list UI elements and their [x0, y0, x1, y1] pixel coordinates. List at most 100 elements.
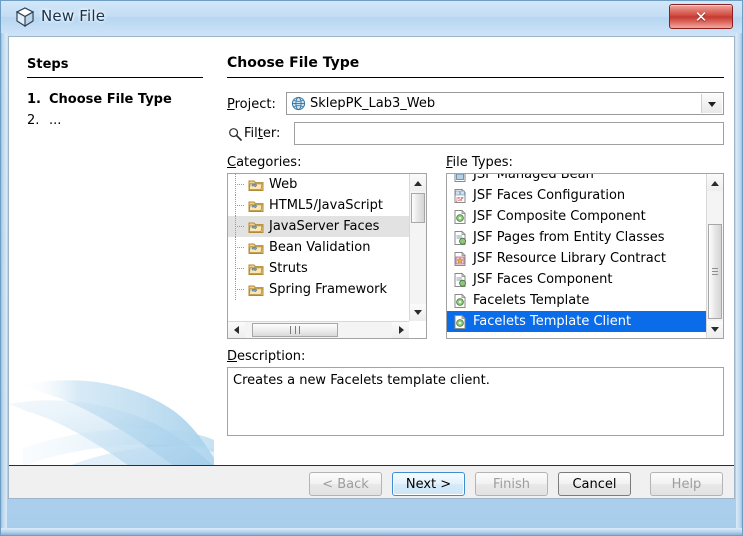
cancel-button[interactable]: Cancel [558, 472, 631, 496]
back-button[interactable]: < Back [309, 472, 382, 496]
jsf-pages-icon [454, 230, 467, 245]
page-title: Choose File Type [227, 55, 360, 71]
jsf-bean-icon [454, 174, 466, 182]
project-label: Project: [227, 97, 276, 112]
list-item-label: JSF Resource Library Contract [473, 251, 666, 266]
list-item[interactable]: Facelets Template [447, 290, 707, 311]
list-item[interactable]: Struts [228, 258, 410, 279]
step-label: ... [49, 113, 62, 128]
list-item[interactable]: JSF Managed Bean [447, 173, 707, 185]
list-item-label: Struts [269, 261, 308, 276]
cube-icon [15, 7, 35, 27]
description-label: Description: [227, 349, 306, 364]
folder-icon [248, 243, 264, 254]
scrollbar-thumb[interactable] [411, 193, 425, 223]
project-combobox[interactable]: SklepPK_Lab3_Web [286, 92, 724, 115]
grip-icon [290, 326, 300, 334]
list-item-label: Facelets Template [473, 293, 590, 308]
next-button[interactable]: Next > [392, 472, 465, 496]
window-frame-bottom [0, 528, 743, 536]
folder-icon [248, 201, 264, 212]
list-item[interactable]: JSF Composite Component [447, 206, 707, 227]
title-bar[interactable]: New File ✕ [1, 1, 742, 33]
list-item-label: JSF Managed Bean [473, 173, 594, 182]
jsf-contract-icon [454, 251, 466, 266]
list-item[interactable]: JSF Resource Library Contract [447, 248, 707, 269]
list-item-label: Facelets Template Client [473, 314, 632, 329]
folder-icon [248, 285, 264, 296]
tree-line-icon [232, 174, 248, 195]
help-button[interactable]: Help [650, 472, 723, 496]
step-label: Choose File Type [49, 92, 172, 107]
scroll-up-arrow-icon[interactable] [410, 174, 426, 191]
tree-line-icon [232, 195, 248, 216]
list-item-label: HTML5/JavaScript [269, 198, 383, 213]
file-types-viewport: JSF Managed Bean JSF JSF Faces Configura… [447, 173, 707, 338]
facelets-template-icon [454, 293, 466, 308]
description-box: Creates a new Facelets template client. [227, 367, 724, 436]
facelets-client-icon [454, 314, 466, 329]
list-item-label: JSF Pages from Entity Classes [473, 230, 665, 245]
file-types-label: File Types: [446, 155, 513, 170]
scroll-down-arrow-icon[interactable] [707, 321, 723, 338]
tree-line-icon [232, 216, 248, 237]
tree-line-icon [232, 237, 248, 258]
steps-panel: Steps 1. Choose File Type 2.... [9, 37, 214, 466]
step-number: 1. [27, 92, 41, 107]
list-item[interactable]: JSF JSF Faces Configuration [447, 185, 707, 206]
list-item[interactable]: JSF Pages from Entity Classes [447, 227, 707, 248]
list-item[interactable]: HTML5/JavaScript [228, 195, 410, 216]
jsf-component-icon [454, 272, 467, 287]
scroll-up-arrow-icon[interactable] [707, 174, 723, 191]
list-item[interactable]: JSF Faces Component [447, 269, 707, 290]
globe-icon [291, 96, 306, 111]
chevron-down-icon[interactable] [701, 94, 722, 113]
list-item-label: JSF Composite Component [473, 209, 646, 224]
file-types-list[interactable]: JSF Managed Bean JSF JSF Faces Configura… [446, 173, 724, 339]
scrollbar-thumb[interactable] [708, 224, 722, 319]
project-selected-value: SklepPK_Lab3_Web [310, 96, 436, 111]
filter-label: Filter: [244, 126, 281, 141]
list-item-label: Web [269, 177, 298, 192]
close-button[interactable]: ✕ [669, 4, 733, 29]
list-item-selected[interactable]: Facelets Template Client [447, 311, 707, 332]
list-item-label: Bean Validation [269, 240, 371, 255]
window-title: New File [41, 7, 106, 25]
folder-icon [248, 222, 264, 233]
scroll-right-arrow-icon[interactable] [392, 322, 409, 338]
finish-button[interactable]: Finish [475, 472, 548, 496]
steps-heading: Steps [27, 57, 69, 72]
jsf-composite-icon [454, 209, 466, 224]
categories-horizontal-scrollbar[interactable] [228, 321, 409, 338]
filter-input[interactable] [294, 122, 724, 145]
scroll-left-arrow-icon[interactable] [228, 322, 245, 338]
grip-icon [712, 267, 718, 276]
list-item[interactable]: Spring Framework [228, 279, 410, 300]
list-item[interactable]: Web [228, 174, 410, 195]
tree-line-icon [232, 258, 248, 279]
description-text: Creates a new Facelets template client. [233, 373, 490, 388]
categories-vertical-scrollbar[interactable] [409, 174, 426, 321]
scrollbar-thumb[interactable] [252, 323, 338, 337]
page-title-divider [227, 77, 724, 78]
list-item-label: Spring Framework [269, 282, 388, 297]
new-file-dialog-window: New File ✕ Steps 1. Choose File Type 2...… [0, 0, 743, 536]
categories-viewport: Web HTML5/JavaScript JavaServer Faces Be… [228, 174, 410, 338]
wizard-swoosh-artwork [9, 380, 214, 466]
search-icon [229, 128, 242, 141]
folder-icon [248, 264, 264, 275]
list-item-selected[interactable]: JavaServer Faces [228, 216, 410, 237]
button-bar: < Back Next > Finish Cancel Help [9, 465, 734, 498]
folder-icon [248, 180, 264, 191]
svg-text:JSF: JSF [455, 197, 464, 203]
window-frame-right [736, 0, 743, 536]
scroll-down-arrow-icon[interactable] [410, 304, 426, 321]
list-item[interactable]: Bean Validation [228, 237, 410, 258]
list-item-label: JSF Faces Component [473, 272, 613, 287]
window-frame-left [0, 0, 7, 536]
step-number: 2. [27, 113, 40, 128]
categories-list[interactable]: Web HTML5/JavaScript JavaServer Faces Be… [227, 173, 427, 339]
list-item-label: JSF Faces Configuration [473, 188, 626, 203]
categories-label: Categories: [227, 155, 302, 170]
file-types-vertical-scrollbar[interactable] [706, 174, 723, 338]
